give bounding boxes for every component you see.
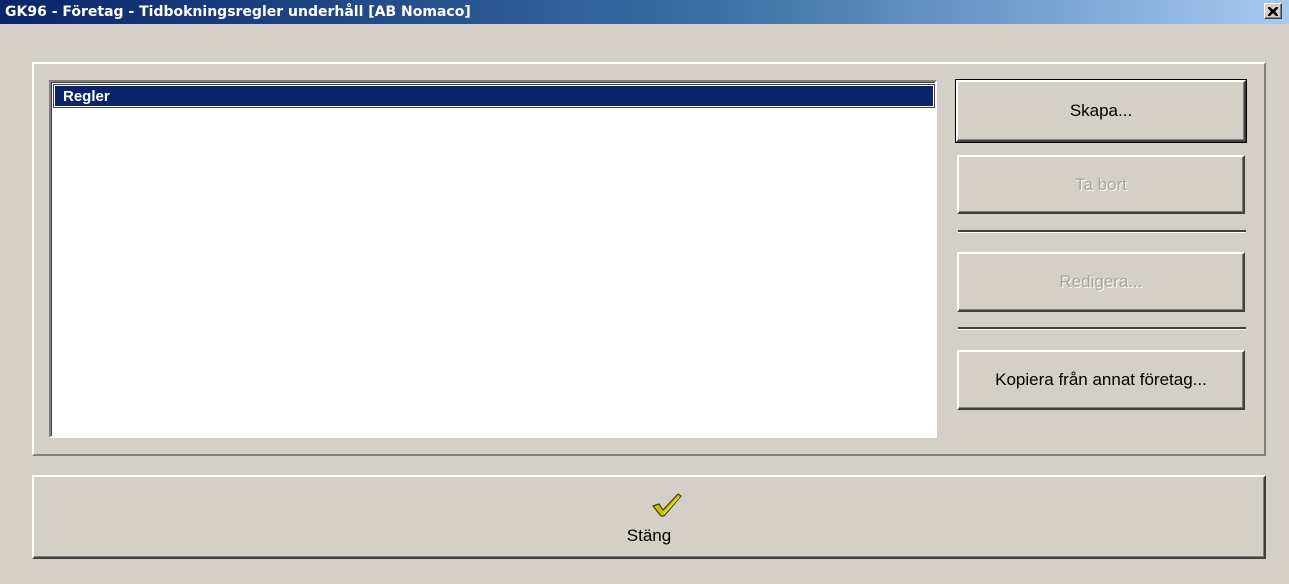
edit-button[interactable]: Redigera...	[957, 252, 1245, 312]
separator-1	[958, 230, 1246, 233]
dialog-window: GK96 - Företag - Tidbokningsregler under…	[0, 0, 1289, 584]
checkmark-icon	[652, 493, 682, 517]
separator-2	[958, 327, 1246, 330]
delete-button[interactable]: Ta bort	[957, 155, 1245, 214]
rules-list-header[interactable]: Regler	[53, 84, 935, 108]
title-bar[interactable]: GK96 - Företag - Tidbokningsregler under…	[0, 0, 1289, 24]
close-icon	[1268, 6, 1278, 16]
close-button-label: Stäng	[626, 526, 672, 545]
window-title: GK96 - Företag - Tidbokningsregler under…	[5, 4, 471, 20]
rules-list[interactable]: Regler	[49, 80, 937, 438]
close-dialog-button[interactable]: Stäng	[32, 475, 1266, 559]
create-button[interactable]: Skapa...	[955, 79, 1247, 143]
copy-from-company-button[interactable]: Kopiera från annat företag...	[957, 350, 1245, 410]
rules-column-label: Regler	[63, 88, 110, 105]
close-window-button[interactable]	[1264, 3, 1282, 19]
